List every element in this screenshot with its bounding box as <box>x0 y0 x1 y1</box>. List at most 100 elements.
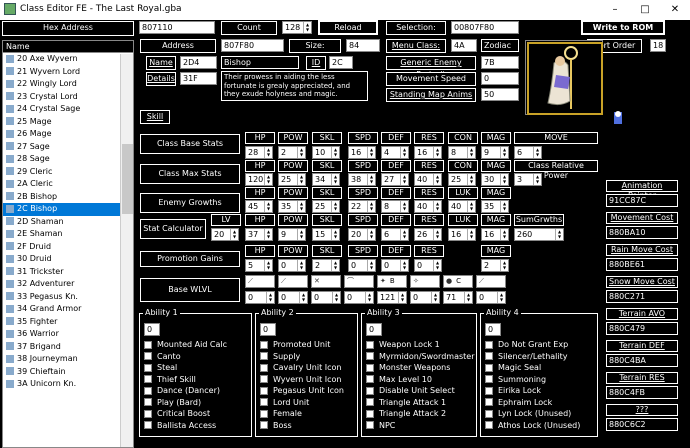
spin-arrows-icon[interactable]: ▲ ▼ <box>500 260 508 271</box>
promo-skl[interactable]: 2 ▲ ▼ <box>312 259 340 272</box>
menu-class-input[interactable]: 4A <box>451 39 477 52</box>
selection-input[interactable]: 00807F80 <box>451 21 519 34</box>
pointer-value[interactable]: 91CC87C <box>606 194 678 207</box>
spin-arrows-icon[interactable]: ▲ ▼ <box>497 292 505 303</box>
ability-checkbox[interactable]: Myrmidon/Swordmaster <box>366 352 475 362</box>
list-item[interactable]: 2D Shaman <box>3 216 133 229</box>
base-con[interactable]: 8 ▲ ▼ <box>448 146 476 159</box>
list-item[interactable]: 31 Trickster <box>3 266 133 279</box>
promo-mag[interactable]: 2 ▲ ▼ <box>481 259 509 272</box>
skill-button[interactable]: Skill <box>140 110 170 124</box>
checkbox-square[interactable] <box>144 421 152 429</box>
ability-checkbox[interactable]: Supply <box>260 352 300 362</box>
list-item[interactable]: 23 Crystal Lord <box>3 91 133 104</box>
list-item[interactable]: 28 Sage <box>3 153 133 166</box>
pointer-label[interactable]: Terrain RES <box>606 372 678 384</box>
checkbox-square[interactable] <box>260 409 268 418</box>
pointer-label[interactable]: ??? <box>606 404 678 416</box>
standing-anims-label[interactable]: Standing Map Anims <box>386 88 476 102</box>
wlvl-axe[interactable]: 0 ▲ ▼ <box>311 291 341 304</box>
ability-checkbox[interactable]: Weapon Lock 1 <box>366 340 440 350</box>
enemy-luk[interactable]: 40 ▲ ▼ <box>448 200 476 213</box>
calc-def[interactable]: 6 ▲ ▼ <box>381 228 409 241</box>
details-label[interactable]: Details <box>146 72 176 86</box>
ability-checkbox[interactable]: Disable Unit Select <box>366 386 455 396</box>
class-list[interactable]: Name 20 Axe Wyvern 21 Wyvern Lord 22 Wingl… <box>2 40 134 448</box>
spin-arrows-icon[interactable]: ▲ ▼ <box>467 174 475 185</box>
checkbox-square[interactable] <box>144 386 152 395</box>
list-item[interactable]: 2C Bishop <box>3 203 133 216</box>
spin-arrows-icon[interactable]: ▲ ▼ <box>230 229 238 240</box>
generic-portrait-label[interactable]: Generic Enemy Portrait <box>386 56 476 79</box>
list-item[interactable]: 39 Chieftain <box>3 366 133 379</box>
ability-checkbox[interactable]: Lord Unit <box>260 398 309 408</box>
calc-res[interactable]: 26 ▲ ▼ <box>414 228 442 241</box>
calc-mag[interactable]: 16 ▲ ▼ <box>481 228 509 241</box>
list-item[interactable]: 34 Grand Armor <box>3 303 133 316</box>
enemy-res[interactable]: 40 ▲ ▼ <box>414 200 442 213</box>
base-pow[interactable]: 2 ▲ ▼ <box>278 146 306 159</box>
spin-arrows-icon[interactable]: ▲ ▼ <box>467 201 475 212</box>
spin-arrows-icon[interactable]: ▲ ▼ <box>431 292 439 303</box>
name-id-input[interactable]: 2D4 <box>180 56 217 69</box>
promo-spd[interactable]: 0 ▲ ▼ <box>348 259 376 272</box>
spin-arrows-icon[interactable]: ▲ ▼ <box>331 260 339 271</box>
wlvl-dark[interactable]: 71 ▲ ▼ <box>443 291 473 304</box>
spin-arrows-icon[interactable]: ▲ ▼ <box>433 147 441 158</box>
spin-arrows-icon[interactable]: ▲ ▼ <box>533 147 541 158</box>
pointer-label[interactable]: Animation Pointer <box>606 180 678 200</box>
wlvl-type-box[interactable]: ● C <box>443 275 473 288</box>
checkbox-square[interactable] <box>366 421 374 429</box>
menu-class-label[interactable]: Menu Class: <box>386 39 446 53</box>
ability-checkbox[interactable]: Eirika Lock <box>485 386 541 396</box>
spin-arrows-icon[interactable]: ▲ ▼ <box>299 292 307 303</box>
base-def[interactable]: 4 ▲ ▼ <box>381 146 409 159</box>
wlvl-anima[interactable]: 121 ▲ ▼ <box>377 291 407 304</box>
calc-sumgrwths[interactable]: 260 ▲ ▼ <box>514 228 564 241</box>
list-item[interactable]: 35 Fighter <box>3 316 133 329</box>
max-con[interactable]: 25 ▲ ▼ <box>448 173 476 186</box>
checkbox-square[interactable] <box>144 375 152 383</box>
spin-arrows-icon[interactable]: ▲ ▼ <box>331 201 339 212</box>
spin-arrows-icon[interactable]: ▲ ▼ <box>400 174 408 185</box>
pointer-value[interactable]: 880C479 <box>606 322 678 335</box>
list-item[interactable]: 2E Shaman <box>3 228 133 241</box>
base-move[interactable]: 6 ▲ ▼ <box>514 146 542 159</box>
ability-checkbox[interactable]: Cavalry Unit Icon <box>260 363 341 373</box>
checkbox-square[interactable] <box>144 398 152 406</box>
spin-arrows-icon[interactable]: ▲ ▼ <box>467 229 475 240</box>
movement-speed-input[interactable]: 0 <box>481 72 519 85</box>
spin-arrows-icon[interactable]: ▲ ▼ <box>297 174 305 185</box>
standing-anims-input[interactable]: 50 <box>481 88 519 101</box>
list-item[interactable]: 22 Wingly Lord <box>3 78 133 91</box>
calc-skl[interactable]: 15 ▲ ▼ <box>312 228 340 241</box>
base-hp[interactable]: 28 ▲ ▼ <box>245 146 273 159</box>
checkbox-square[interactable] <box>485 375 493 383</box>
checkbox-square[interactable] <box>144 363 152 372</box>
ability-value-stepper[interactable]: 0 <box>366 323 382 336</box>
enemy-hp[interactable]: 45 ▲ ▼ <box>245 200 273 213</box>
spin-arrows-icon[interactable]: ▲ ▼ <box>533 174 541 185</box>
pointer-value[interactable]: 880BE61 <box>606 258 678 271</box>
enemy-pow[interactable]: 35 ▲ ▼ <box>278 200 306 213</box>
ability-checkbox[interactable]: Boss <box>260 421 292 431</box>
checkbox-square[interactable] <box>485 352 493 360</box>
ability-checkbox[interactable]: Ballista Access <box>144 421 216 431</box>
spin-arrows-icon[interactable]: ▲ ▼ <box>303 22 311 33</box>
generic-portrait-input[interactable]: 7B <box>481 56 519 69</box>
spin-arrows-icon[interactable]: ▲ ▼ <box>367 174 375 185</box>
ability-checkbox[interactable]: Do Not Grant Exp <box>485 340 568 350</box>
checkbox-square[interactable] <box>485 340 493 349</box>
ability-checkbox[interactable]: Lyn Lock (Unused) <box>485 409 571 419</box>
list-item[interactable]: 36 Warrior <box>3 328 133 341</box>
spin-arrows-icon[interactable]: ▲ ▼ <box>266 292 274 303</box>
spin-arrows-icon[interactable]: ▲ ▼ <box>264 174 272 185</box>
base-mag[interactable]: 9 ▲ ▼ <box>481 146 509 159</box>
spin-arrows-icon[interactable]: ▲ ▼ <box>433 229 441 240</box>
minimize-button[interactable]: – <box>600 0 630 20</box>
spin-arrows-icon[interactable]: ▲ ▼ <box>398 292 406 303</box>
checkbox-square[interactable] <box>144 340 152 349</box>
spin-arrows-icon[interactable]: ▲ ▼ <box>367 201 375 212</box>
spin-arrows-icon[interactable]: ▲ ▼ <box>367 260 375 271</box>
write-to-rom-button[interactable]: Write to ROM <box>581 20 665 35</box>
